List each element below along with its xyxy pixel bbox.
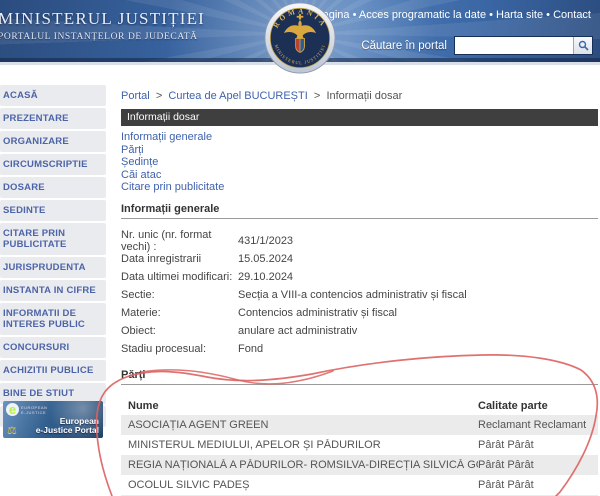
party-name: REGIA NAȚIONALĂ A PĂDURILOR- ROMSILVA-DI…: [121, 459, 478, 471]
field-row: Obiect: anulare act administrativ: [121, 322, 598, 340]
parties-title: Părți: [121, 369, 598, 385]
main-content: PortalCurtea de Apel BUCUREȘTIInformații…: [121, 90, 598, 496]
general-info-title: Informații generale: [121, 203, 598, 219]
ejustice-caption: EUROPEAN E-JUSTICE: [21, 405, 47, 415]
sidebar-item[interactable]: DOSARE: [0, 177, 106, 198]
field-label: Nr. unic (nr. format vechi) :: [121, 229, 238, 253]
search-button[interactable]: [573, 37, 592, 54]
sidebar-item[interactable]: INSTANTA IN CIFRE: [0, 280, 106, 301]
sidebar-item[interactable]: CONCURSURI: [0, 337, 106, 358]
site-title: MINISTERUL JUSTIȚIEI: [0, 9, 205, 29]
party-name: MINISTERUL MEDIULUI, APELOR ȘI PĂDURILOR: [121, 439, 478, 451]
field-value: Contencios administrativ și fiscal: [238, 307, 397, 319]
field-label: Data ultimei modificari:: [121, 271, 238, 283]
field-label: Materie:: [121, 307, 238, 319]
sidebar-banner-wrap: e EUROPEAN E-JUSTICE ⚖ European e-Justic…: [0, 398, 106, 438]
portal-page: MINISTERUL JUSTIȚIEI PORTALUL INSTANȚELO…: [0, 0, 600, 496]
field-value: Fond: [238, 343, 263, 355]
column-header-calitate: Calitate parte: [478, 400, 598, 412]
breadcrumb-link[interactable]: Portal: [121, 90, 168, 102]
ejustice-banner[interactable]: e EUROPEAN E-JUSTICE ⚖ European e-Justic…: [3, 401, 103, 438]
quick-link[interactable]: Părți: [121, 144, 598, 157]
top-nav-link[interactable]: Contact: [553, 9, 591, 21]
party-name: OCOLUL SILVIC PADEȘ: [121, 479, 478, 491]
quick-link[interactable]: Informații generale: [121, 131, 598, 144]
parties-table-body: ASOCIAȚIA AGENT GREEN Reclamant Reclaman…: [121, 415, 598, 496]
field-value: Secția a VIII-a contencios administrativ…: [238, 289, 467, 301]
sidebar-item[interactable]: CITARE PRIN PUBLICITATE: [0, 223, 106, 255]
party-role: Reclamant Reclamant: [478, 419, 598, 431]
breadcrumb-link[interactable]: Curtea de Apel BUCUREȘTI: [168, 90, 326, 102]
breadcrumb: PortalCurtea de Apel BUCUREȘTIInformații…: [121, 90, 598, 102]
field-label: Sectie:: [121, 289, 238, 301]
search-input[interactable]: [455, 37, 573, 54]
parties-table: Nume Calitate parte ASOCIAȚIA AGENT GREE…: [121, 397, 598, 496]
table-row: REGIA NAȚIONALĂ A PĂDURILOR- ROMSILVA-DI…: [121, 455, 598, 475]
dossier-quick-links: Informații generalePărțiȘedințeCăi atacC…: [121, 131, 598, 194]
ministry-emblem: ROMANIA MINISTERUL JUSTIȚIEI: [263, 1, 337, 75]
parties-table-header: Nume Calitate parte: [121, 397, 598, 415]
sidebar-item[interactable]: CIRCUMSCRIPTIE: [0, 154, 106, 175]
sidebar-item[interactable]: ORGANIZARE: [0, 131, 106, 152]
general-info-fields: Nr. unic (nr. format vechi) : 431/1/2023…: [121, 232, 598, 358]
field-value: 431/1/2023: [238, 235, 293, 247]
field-label: Obiect:: [121, 325, 238, 337]
column-header-nume: Nume: [121, 400, 478, 412]
field-row: Data inregistrarii 15.05.2024: [121, 250, 598, 268]
ejustice-e-icon: e: [6, 403, 19, 416]
page-title-bar: Informații dosar: [121, 109, 598, 126]
sidebar-item[interactable]: PREZENTARE: [0, 108, 106, 129]
table-row: OCOLUL SILVIC PADEȘ Pârât Pârât: [121, 475, 598, 495]
party-name: ASOCIAȚIA AGENT GREEN: [121, 419, 478, 431]
ejustice-banner-text: European e-Justice Portal: [36, 417, 99, 435]
field-row: Nr. unic (nr. format vechi) : 431/1/2023: [121, 232, 598, 250]
top-nav-link[interactable]: Harta site: [496, 9, 553, 21]
quick-link[interactable]: Ședințe: [121, 156, 598, 169]
table-row: ASOCIAȚIA AGENT GREEN Reclamant Reclaman…: [121, 415, 598, 435]
field-row: Materie: Contencios administrativ și fis…: [121, 304, 598, 322]
scales-icon: ⚖: [7, 424, 17, 437]
quick-link[interactable]: Citare prin publicitate: [121, 181, 598, 194]
table-row: MINISTERUL MEDIULUI, APELOR ȘI PĂDURILOR…: [121, 435, 598, 455]
party-role: Pârât Pârât: [478, 459, 598, 471]
sidebar-menu: ACASĂPREZENTAREORGANIZARECIRCUMSCRIPTIED…: [0, 85, 106, 427]
field-value: anulare act administrativ: [238, 325, 357, 337]
search-row: Căutare în portal: [361, 36, 593, 55]
ejustice-logo: e EUROPEAN E-JUSTICE: [6, 403, 47, 416]
search-box: [454, 36, 593, 55]
field-value: 15.05.2024: [238, 253, 293, 265]
sidebar-item[interactable]: JURISPRUDENTA: [0, 257, 106, 278]
field-row: Data ultimei modificari: 29.10.2024: [121, 268, 598, 286]
quick-link[interactable]: Căi atac: [121, 169, 598, 182]
search-label: Căutare în portal: [361, 40, 447, 52]
sidebar-item[interactable]: SEDINTE: [0, 200, 106, 221]
breadcrumb-current: Informații dosar: [326, 90, 402, 102]
site-subtitle: PORTALUL INSTANȚELOR DE JUDECATĂ: [0, 32, 205, 42]
sidebar-item[interactable]: ACHIZITII PUBLICE: [0, 360, 106, 381]
field-row: Sectie: Secția a VIII-a contencios admin…: [121, 286, 598, 304]
field-label: Data inregistrarii: [121, 253, 238, 265]
sidebar-item[interactable]: ACASĂ: [0, 85, 106, 106]
site-title-block: MINISTERUL JUSTIȚIEI PORTALUL INSTANȚELO…: [0, 9, 205, 42]
field-value: 29.10.2024: [238, 271, 293, 283]
party-role: Pârât Pârât: [478, 479, 598, 491]
search-icon: [578, 40, 589, 51]
sidebar-item[interactable]: INFORMATII DE INTERES PUBLIC: [0, 303, 106, 335]
party-role: Pârât Pârât: [478, 439, 598, 451]
top-nav-link[interactable]: Acces programatic la date: [359, 9, 496, 21]
field-row: Stadiu procesual: Fond: [121, 340, 598, 358]
field-label: Stadiu procesual:: [121, 343, 238, 355]
